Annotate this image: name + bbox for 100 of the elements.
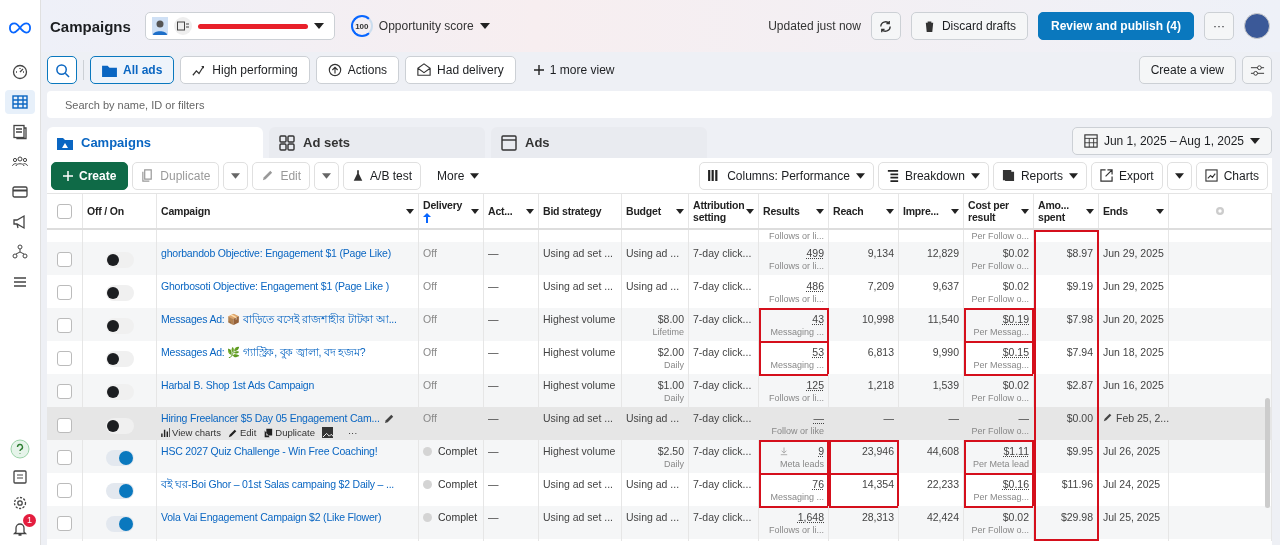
table-cell: Jun 20, 2025 [1103,313,1164,326]
table-cell: Highest volume [543,313,617,326]
duplicate-link[interactable]: Duplicate [263,426,315,439]
table-cell: $2.00 [657,346,684,359]
column-header[interactable]: Impre... [899,194,964,228]
review-publish-button[interactable]: Review and publish (4) [1037,12,1194,40]
column-label: Reach [833,204,864,218]
campaign-link[interactable]: Vola Vai Engagement Campaign $2 (Like Flower) [161,511,382,524]
table-cell: $0.00 [1066,412,1093,425]
delivery-status: Off [423,346,437,359]
more-button[interactable]: ··· [1204,12,1234,40]
table-cell-text: Using ad set ... [543,280,615,293]
table-cell: $7.94 [1066,346,1093,359]
column-label: Campaign [161,204,211,218]
column-header[interactable]: Budget [622,194,689,228]
more-views-button[interactable]: 1 more view [521,56,627,84]
table-cell: 10,998 [861,313,894,326]
campaign-link[interactable]: HSC 2027 Quiz Challenge - Win Free Coaching! [161,445,378,458]
level-tab[interactable]: Ads [491,127,707,158]
campaign-link[interactable]: ghorbandob Objective: Engagement $1 (Page Like) [161,247,391,260]
table-cell-text: Using ad ... [626,247,681,260]
result-type-text: Follows or li... [769,393,824,404]
budget-type-text: Daily [664,393,684,404]
table-cell-text: — [488,247,500,260]
table-cell: Jul 25, 2025 [1103,511,1161,524]
level-tab[interactable]: Ad sets [269,127,485,158]
column-header[interactable]: Campaign [157,194,419,228]
view-tab[interactable]: High performing [180,56,310,84]
column-header[interactable]: Delivery [419,194,484,228]
campaign-link[interactable]: Messages Ad: 🌿 গ্যাস্ট্রিক, বুক জ্বালা, বদ হজম? [161,346,366,359]
date-range-button[interactable]: Jun 1, 2025 – Aug 1, 2025 [1071,127,1272,155]
export-button[interactable]: Export [1090,161,1163,190]
table-cell: 11,540 [927,313,959,326]
delivery-status: Off [423,313,437,326]
column-header[interactable]: Off / On [83,194,157,228]
table-cell-text: Using ad ... [626,280,681,293]
reports-button[interactable]: Reports [992,161,1087,190]
result-type-text: Messaging ... [770,360,824,371]
column-label: Results [763,204,800,218]
column-header[interactable]: Act... [484,194,539,228]
more-menu-button[interactable]: More [425,161,492,190]
column-label: Bid strategy [543,204,602,218]
cost-type-text: Per Meta lead [972,459,1029,470]
ab-test-button[interactable]: A/B test [343,161,422,190]
search-field[interactable]: Search by name, ID or filters [47,91,1272,118]
table-cell: 7,209 [867,280,894,293]
table-cell-text: Using ad set ... [543,412,615,425]
create-button[interactable]: Create [51,161,129,190]
table-cell: 14,354 [861,478,894,491]
view-tab[interactable]: All ads [90,56,175,84]
create-view-button[interactable]: Create a view [1138,56,1236,84]
column-header[interactable]: Cost per result [964,194,1034,228]
cost-type-text: Per Follow o... [971,426,1029,437]
table-cell: 499 [806,247,824,260]
table-cell: $9.19 [1066,280,1093,293]
table-cell: Feb 25, 2... [1116,412,1170,425]
table-cell: 43 [812,313,824,326]
opportunity-score-button[interactable]: 100 Opportunity score [350,15,490,37]
result-type-text: Messaging ... [770,492,824,503]
column-header[interactable]: Results [759,194,829,228]
campaign-link[interactable]: বই ঘর-Boi Ghor – 01st Salas campaing $2 Daily – ... [161,478,395,491]
discard-drafts-button[interactable]: Discard drafts [910,12,1028,40]
column-header[interactable]: Bid strategy [539,194,622,228]
cost-type-text: Per Follow o... [971,393,1029,404]
table-cell: $0.15 [1002,346,1029,359]
delivery-status: Off [423,379,437,392]
table-cell: 9,637 [932,280,959,293]
table-cell: 23,946 [861,445,894,458]
result-type-text: Messaging ... [770,327,824,338]
table-cell: — [948,412,959,425]
column-label: Ends [1103,204,1128,218]
column-label: Impre... [903,204,939,218]
level-tab[interactable]: Campaigns [47,127,263,158]
notification-badge: 1 [23,514,36,527]
cost-type-text: Per Messag... [973,327,1029,338]
result-type-text: Follows or li... [769,231,824,242]
charts-button[interactable]: Charts [1195,161,1268,190]
columns-button[interactable]: Columns: Performance [699,161,874,190]
edit-link[interactable]: Edit [227,426,257,439]
campaign-link[interactable]: Ghorbosoti Objective: Engagement $1 (Page Like ) [161,280,389,293]
breakdown-button[interactable]: Breakdown [877,161,989,190]
view-charts-link[interactable]: View charts [161,426,221,439]
table-cell-text: 7-day click... [693,445,753,458]
table-cell-text: Using ad set ... [543,511,615,524]
column-header[interactable]: Ends [1099,194,1169,228]
column-header[interactable]: Reach [829,194,899,228]
column-label: Attribution setting [693,198,745,224]
budget-type-text: Daily [664,360,684,371]
view-tab[interactable]: Actions [315,56,400,84]
column-header[interactable]: Amo... spent [1034,194,1099,228]
column-label: Delivery [423,199,463,212]
view-tab[interactable]: Had delivery [405,56,516,84]
campaign-link[interactable]: Hiring Freelancer $5 Day 05 Engagement Cam... [161,412,380,425]
table-cell: $1.11 [1003,445,1029,458]
campaign-link[interactable]: Harbal B. Shop 1st Ads Campaign [161,379,315,392]
column-header[interactable]: Attribution setting [689,194,759,228]
cost-type-text: Per Follow o... [971,231,1029,242]
more-link[interactable]: ··· [347,426,358,439]
table-cell-text: — [488,478,500,491]
campaign-link[interactable]: Messages Ad: 📦 বাড়িতে বসেই রাজশাহীর টাটকা আ... [161,313,397,326]
